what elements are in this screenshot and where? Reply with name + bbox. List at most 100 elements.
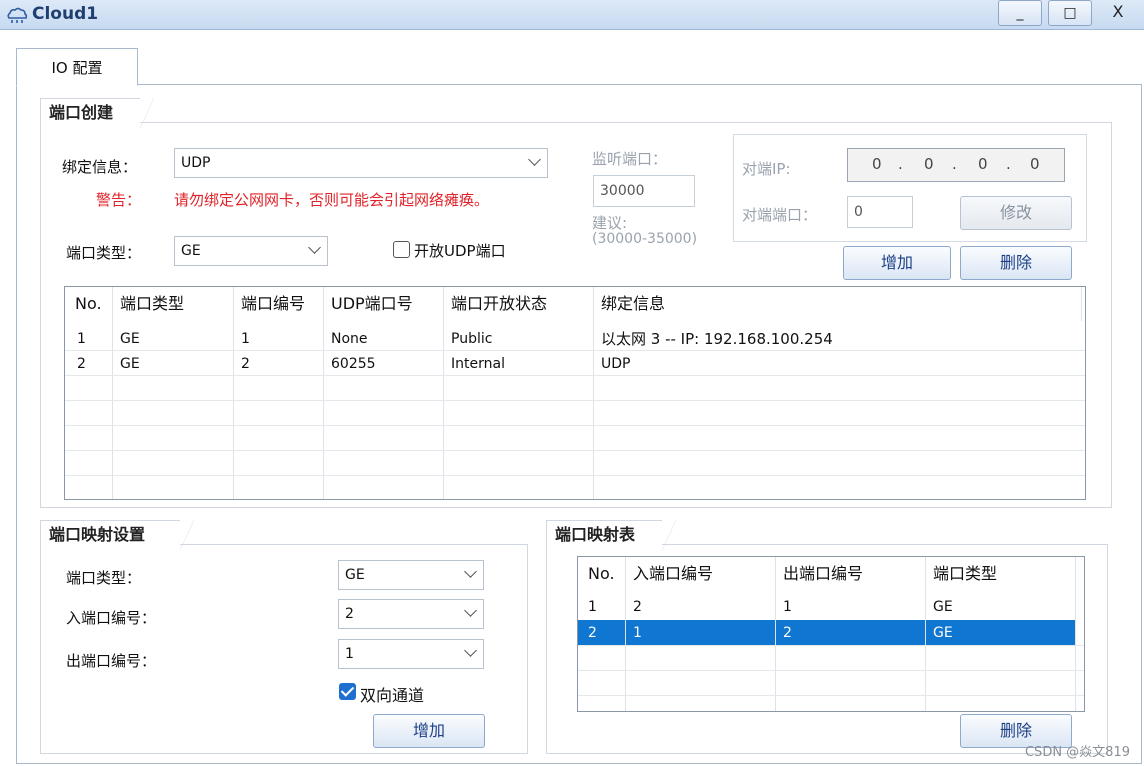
- column-header[interactable]: 端口类型: [925, 557, 997, 591]
- row-divider: [578, 670, 1084, 671]
- maximize-button[interactable]: □: [1048, 0, 1092, 26]
- ip-dot: .: [952, 155, 957, 173]
- row-divider: [65, 450, 1085, 451]
- cell-port-type: GE: [120, 356, 140, 372]
- out-port-select[interactable]: 1: [338, 639, 484, 669]
- modify-button[interactable]: 修改: [960, 196, 1072, 230]
- open-udp-label: 开放UDP端口: [414, 242, 506, 260]
- add-mapping-button[interactable]: 增加: [373, 714, 485, 748]
- cell-in-port: 1: [633, 625, 642, 641]
- column-header[interactable]: 端口类型: [112, 287, 184, 321]
- column-header[interactable]: 出端口编号: [775, 557, 863, 591]
- listen-port-label: 监听端口：: [592, 150, 668, 168]
- mapping-table: No. 入端口编号 出端口编号 端口类型 1 2 1 GE 2 1 2 GE: [577, 556, 1085, 712]
- row-divider: [65, 475, 1085, 476]
- peer-port-label: 对端端口：: [742, 206, 818, 224]
- chevron-down-icon: [464, 604, 477, 617]
- cell-open-status: Internal: [451, 356, 505, 372]
- port-create-title: 端口创建: [40, 98, 154, 128]
- chevron-down-icon: [464, 644, 477, 657]
- bind-info-value: UDP: [181, 155, 211, 171]
- bidirectional-checkbox[interactable]: [339, 683, 356, 700]
- delete-port-button[interactable]: 删除: [960, 246, 1072, 280]
- row-divider: [65, 400, 1085, 401]
- peer-ip-octet-4: 0: [1030, 155, 1040, 173]
- port-type-value: GE: [181, 243, 201, 259]
- column-header[interactable]: No.: [580, 557, 615, 591]
- cell-port-number: 1: [241, 331, 250, 347]
- row-divider: [65, 350, 1085, 351]
- warning-label: 警告：: [96, 191, 142, 209]
- mapping-settings-title: 端口映射设置: [40, 520, 194, 550]
- cell-port-type: GE: [933, 625, 953, 641]
- cell-port-type: GE: [120, 331, 140, 347]
- peer-ip-octet-2: 0: [924, 155, 934, 173]
- row-divider: [65, 425, 1085, 426]
- column-header[interactable]: 绑定信息: [593, 287, 665, 321]
- cloud-app-icon: [7, 7, 28, 23]
- bind-info-select[interactable]: UDP: [174, 148, 548, 178]
- port-table: No. 端口类型 端口编号 UDP端口号 端口开放状态 绑定信息 1 GE 1 …: [64, 286, 1086, 500]
- cell-port-type: GE: [933, 599, 953, 615]
- cell-no: 2: [588, 625, 597, 641]
- cell-udp-port: None: [331, 331, 368, 347]
- col-divider: [1075, 557, 1076, 711]
- open-udp-checkbox[interactable]: [393, 241, 410, 258]
- port-type-label: 端口类型：: [66, 244, 142, 262]
- column-header[interactable]: No.: [67, 287, 102, 321]
- in-port-select[interactable]: 2: [338, 599, 484, 629]
- cell-in-port: 2: [633, 599, 642, 615]
- peer-ip-input[interactable]: 0 . 0 . 0 . 0: [847, 148, 1065, 182]
- row-divider: [578, 695, 1084, 696]
- cell-no: 1: [77, 331, 86, 347]
- cell-binding: 以太网 3 -- IP: 192.168.100.254: [601, 330, 833, 348]
- suggest-label: 建议:: [592, 214, 628, 232]
- bidirectional-label: 双向通道: [360, 686, 425, 705]
- tab-io-config[interactable]: IO 配置: [16, 48, 138, 86]
- cell-udp-port: 60255: [331, 356, 376, 372]
- column-header[interactable]: 入端口编号: [625, 557, 713, 591]
- out-port-label: 出端口编号：: [66, 652, 157, 670]
- cell-no: 1: [588, 599, 597, 615]
- in-port-value: 2: [345, 606, 354, 622]
- port-type-select[interactable]: GE: [174, 236, 328, 266]
- col-divider: [1081, 287, 1082, 321]
- map-port-type-label: 端口类型：: [66, 569, 142, 587]
- selected-row-highlight: [578, 620, 1075, 645]
- mapping-table-title: 端口映射表: [546, 520, 676, 550]
- column-header[interactable]: 端口开放状态: [443, 287, 547, 321]
- in-port-label: 入端口编号：: [66, 609, 157, 627]
- row-divider: [578, 645, 1084, 646]
- ip-dot: .: [898, 155, 903, 173]
- title-bar: Cloud1 _ □ X: [0, 0, 1144, 30]
- column-header[interactable]: 端口编号: [233, 287, 305, 321]
- minimize-button[interactable]: _: [998, 0, 1042, 26]
- cell-open-status: Public: [451, 331, 493, 347]
- cell-out-port: 2: [783, 625, 792, 641]
- column-header[interactable]: UDP端口号: [323, 287, 413, 321]
- close-button[interactable]: X: [1098, 0, 1138, 26]
- listen-port-input[interactable]: 30000: [593, 175, 695, 207]
- watermark: CSDN @焱文819: [1024, 745, 1130, 760]
- row-divider: [65, 375, 1085, 376]
- peer-ip-label: 对端IP:: [742, 160, 791, 178]
- peer-port-input[interactable]: 0: [847, 196, 913, 228]
- cell-no: 2: [77, 356, 86, 372]
- chevron-down-icon: [308, 241, 321, 254]
- out-port-value: 1: [345, 646, 354, 662]
- peer-ip-octet-3: 0: [978, 155, 988, 173]
- warning-text: 请勿绑定公网网卡，否则可能会引起网络瘫痪。: [174, 191, 490, 209]
- peer-ip-octet-1: 0: [872, 155, 882, 173]
- window-title: Cloud1: [32, 4, 99, 24]
- map-port-type-value: GE: [345, 567, 365, 583]
- cell-binding: UDP: [601, 356, 631, 372]
- suggest-range: (30000-35000): [592, 231, 698, 247]
- cell-port-number: 2: [241, 356, 250, 372]
- ip-dot: .: [1006, 155, 1011, 173]
- chevron-down-icon: [464, 565, 477, 578]
- cell-out-port: 1: [783, 599, 792, 615]
- chevron-down-icon: [528, 153, 541, 166]
- map-port-type-select[interactable]: GE: [338, 560, 484, 590]
- add-port-button[interactable]: 增加: [843, 246, 951, 280]
- bind-info-label: 绑定信息：: [62, 158, 138, 176]
